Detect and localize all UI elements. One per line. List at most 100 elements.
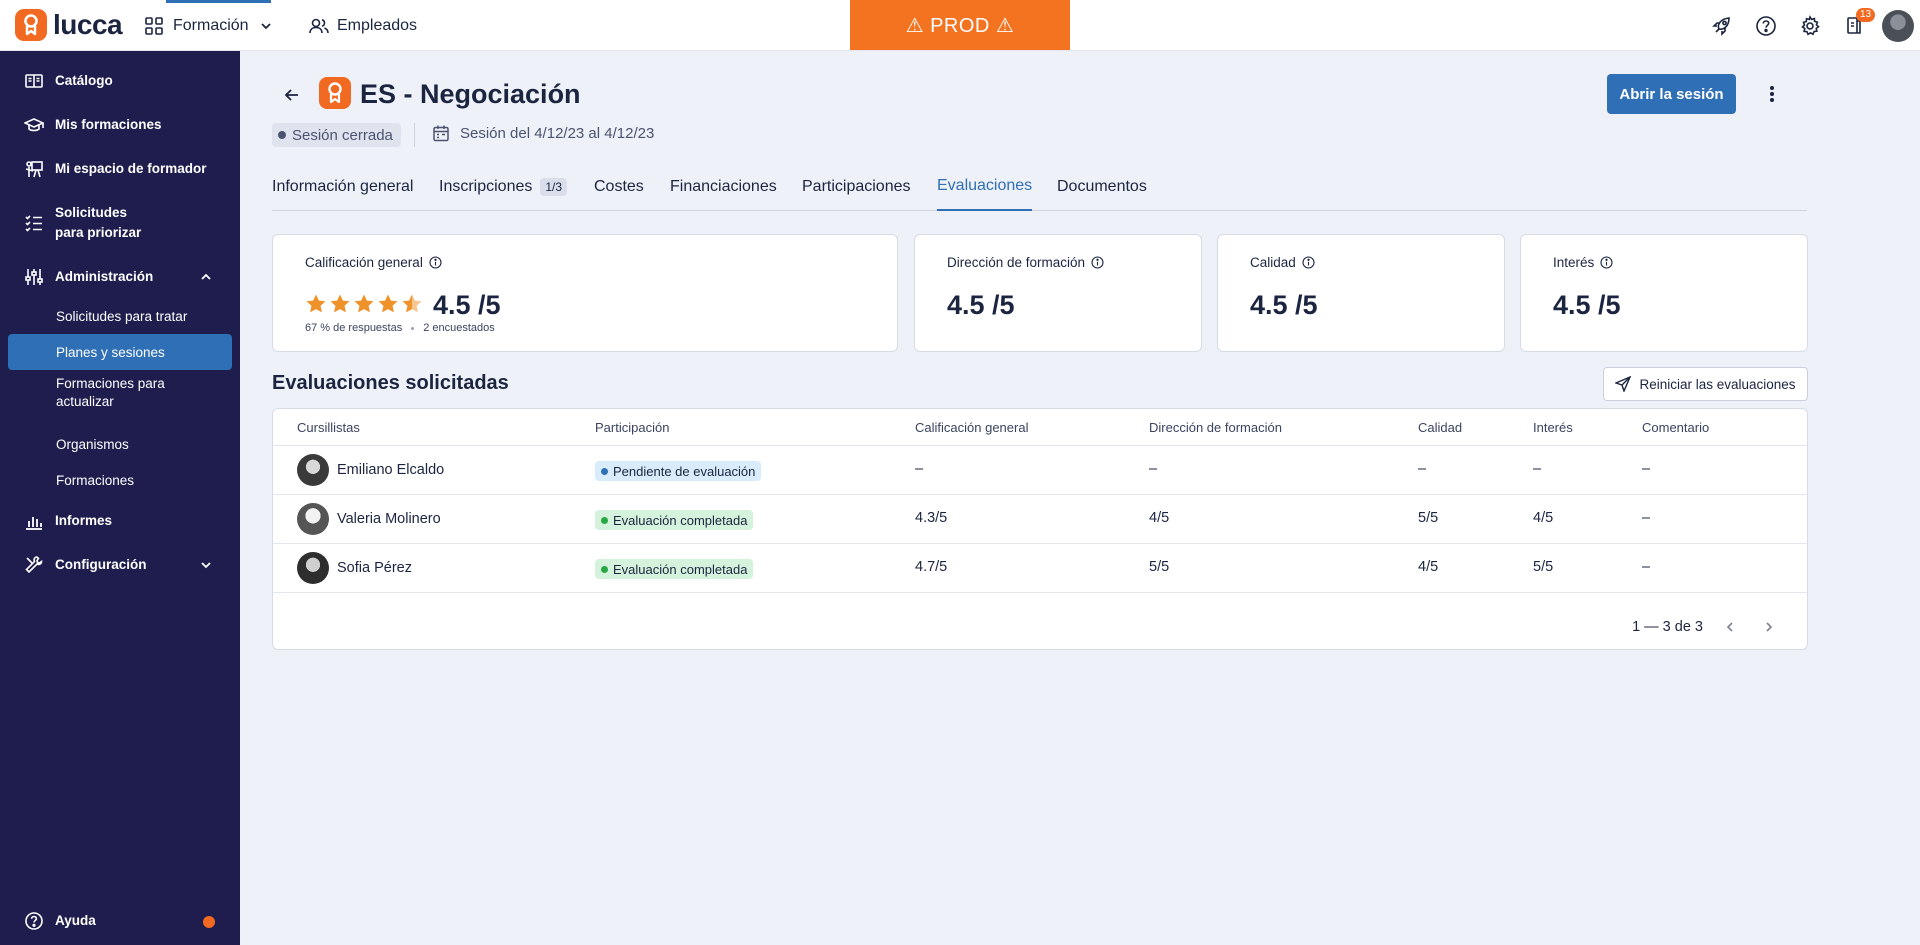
meta-separator bbox=[411, 326, 415, 330]
info-icon[interactable] bbox=[1091, 256, 1104, 269]
training-icon bbox=[319, 77, 351, 109]
overall-score-value: 4.5 /5 bbox=[433, 290, 501, 320]
tab-documents[interactable]: Documentos bbox=[1057, 163, 1147, 211]
info-icon[interactable] bbox=[429, 256, 442, 269]
presentation-icon bbox=[24, 159, 44, 179]
interest-cell: – bbox=[1533, 461, 1542, 477]
star-icon bbox=[402, 294, 422, 313]
trainee-name: Valeria Molinero bbox=[337, 511, 441, 527]
sidebar-item-administration[interactable]: Administración bbox=[8, 267, 232, 287]
quality-cell: 4/5 bbox=[1418, 559, 1439, 575]
card-label-text: Interés bbox=[1553, 255, 1595, 270]
direction-score-label: Dirección de formación bbox=[947, 255, 1104, 270]
sidebar: Catálogo Mis formaciones Mi espacio de f… bbox=[0, 51, 240, 945]
open-session-button[interactable]: Abrir la sesión bbox=[1607, 74, 1736, 114]
help-icon bbox=[24, 911, 44, 931]
status-badge: Pendiente de evaluación bbox=[595, 461, 762, 481]
table-row[interactable]: Emiliano Elcaldo Pendiente de evaluación… bbox=[273, 446, 1807, 495]
column-header: Comentario bbox=[1642, 420, 1710, 435]
overall-cell: – bbox=[915, 461, 924, 477]
info-icon[interactable] bbox=[1600, 256, 1613, 269]
reset-evaluations-button[interactable]: Reiniciar las evaluaciones bbox=[1603, 367, 1808, 401]
session-dates-label: Sesión del 4/12/23 al 4/12/23 bbox=[460, 124, 655, 142]
bar-chart-icon bbox=[24, 511, 44, 531]
graduation-cap-icon bbox=[24, 115, 44, 135]
calendar-icon bbox=[432, 124, 450, 142]
tab-label: Evaluaciones bbox=[937, 177, 1033, 194]
arrow-left-icon bbox=[283, 86, 301, 104]
tab-registrations[interactable]: Inscripciones 1/3 bbox=[439, 163, 568, 211]
column-header: Calificación general bbox=[915, 420, 1029, 435]
sidebar-item-my-trainings[interactable]: Mis formaciones bbox=[8, 115, 232, 135]
sliders-icon bbox=[24, 267, 44, 287]
settings-icon[interactable] bbox=[1788, 0, 1832, 51]
sidebar-subitem-plans-and-sessions[interactable]: Planes y sesiones bbox=[8, 334, 232, 370]
status-dot bbox=[601, 516, 608, 524]
rocket-icon[interactable] bbox=[1700, 0, 1744, 51]
card-label-text: Calificación general bbox=[305, 255, 423, 270]
more-options-button[interactable] bbox=[1760, 80, 1784, 108]
sidebar-item-configuration[interactable]: Configuración bbox=[8, 555, 232, 575]
tab-label: Financiaciones bbox=[670, 178, 777, 195]
tab-label: Documentos bbox=[1057, 178, 1147, 195]
table-row[interactable]: Sofia Pérez Evaluación completada 4.7/5 … bbox=[273, 544, 1807, 593]
quality-score-label: Calidad bbox=[1250, 255, 1315, 270]
quality-score-value: 4.5 /5 bbox=[1250, 290, 1318, 320]
avatar bbox=[297, 454, 329, 486]
status-label: Evaluación completada bbox=[613, 561, 748, 577]
card-label-text: Dirección de formación bbox=[947, 255, 1086, 270]
sidebar-subitem-trainings[interactable]: Formaciones bbox=[8, 462, 232, 498]
chevron-up-icon bbox=[200, 271, 212, 283]
table-header: Cursillistas Participación Calificación … bbox=[273, 409, 1807, 446]
pagination-range: 1 — 3 de 3 bbox=[1632, 619, 1703, 635]
next-page-button[interactable] bbox=[1757, 615, 1781, 639]
sidebar-item-reports[interactable]: Informes bbox=[8, 511, 232, 531]
status-badge: Evaluación completada bbox=[595, 510, 754, 530]
back-button[interactable] bbox=[280, 83, 304, 107]
tab-participations[interactable]: Participaciones bbox=[802, 163, 911, 211]
overall-score-card: Calificación general 4.5 /5 67 % de resp… bbox=[272, 234, 898, 352]
tab-label: Costes bbox=[594, 178, 644, 195]
status-badge: Evaluación completada bbox=[595, 559, 754, 579]
app-switcher[interactable]: Formación bbox=[145, 0, 273, 51]
sidebar-item-label: Catálogo bbox=[55, 73, 113, 88]
notifications-icon[interactable]: 13 bbox=[1832, 0, 1876, 51]
sidebar-subitem-organisms[interactable]: Organismos bbox=[8, 426, 232, 462]
tab-costs[interactable]: Costes bbox=[594, 163, 644, 211]
interest-score-value: 4.5 /5 bbox=[1553, 290, 1621, 320]
sidebar-item-requests-to-prioritize[interactable]: Solicitudes para priorizar bbox=[8, 203, 158, 243]
help-icon[interactable] bbox=[1744, 0, 1788, 51]
star-rating bbox=[305, 293, 425, 315]
table-row[interactable]: Valeria Molinero Evaluación completada 4… bbox=[273, 495, 1807, 544]
quality-cell: 5/5 bbox=[1418, 510, 1439, 526]
sidebar-subitem-trainings-to-update[interactable]: Formaciones para actualizar bbox=[8, 371, 178, 415]
trainee-cell: Valeria Molinero bbox=[297, 503, 441, 535]
sidebar-item-help[interactable]: Ayuda bbox=[8, 911, 232, 931]
status-label: Pendiente de evaluación bbox=[613, 463, 756, 479]
brand-name: lucca bbox=[53, 9, 123, 40]
users-icon bbox=[309, 17, 329, 35]
user-avatar[interactable] bbox=[1882, 9, 1914, 42]
tab-funding[interactable]: Financiaciones bbox=[670, 163, 777, 211]
tab-label: Información general bbox=[272, 178, 414, 195]
tab-evaluations[interactable]: Evaluaciones bbox=[937, 163, 1033, 211]
column-header: Interés bbox=[1533, 420, 1573, 435]
sidebar-item-catalog[interactable]: Catálogo bbox=[8, 71, 232, 91]
tab-general-info[interactable]: Información general bbox=[272, 163, 413, 211]
help-notification-dot bbox=[203, 916, 215, 928]
session-status-badge: Sesión cerrada bbox=[272, 123, 401, 147]
sidebar-item-label: Ayuda bbox=[55, 913, 96, 928]
lucca-logo[interactable]: lucca bbox=[15, 9, 123, 41]
previous-page-button[interactable] bbox=[1718, 615, 1742, 639]
top-actions: 13 bbox=[1700, 0, 1920, 51]
quality-score-card: Calidad 4.5 /5 bbox=[1217, 234, 1505, 352]
session-status-label: Sesión cerrada bbox=[292, 126, 393, 144]
sidebar-subitem-requests-to-handle[interactable]: Solicitudes para tratar bbox=[8, 298, 232, 334]
comment-cell: – bbox=[1642, 559, 1651, 575]
list-check-icon bbox=[24, 213, 44, 233]
info-icon[interactable] bbox=[1302, 256, 1315, 269]
employees-link[interactable]: Empleados bbox=[309, 0, 417, 51]
interest-score-label: Interés bbox=[1553, 255, 1613, 270]
sidebar-item-trainer-space[interactable]: Mi espacio de formador bbox=[8, 159, 232, 179]
kebab-menu-icon bbox=[1769, 85, 1775, 103]
